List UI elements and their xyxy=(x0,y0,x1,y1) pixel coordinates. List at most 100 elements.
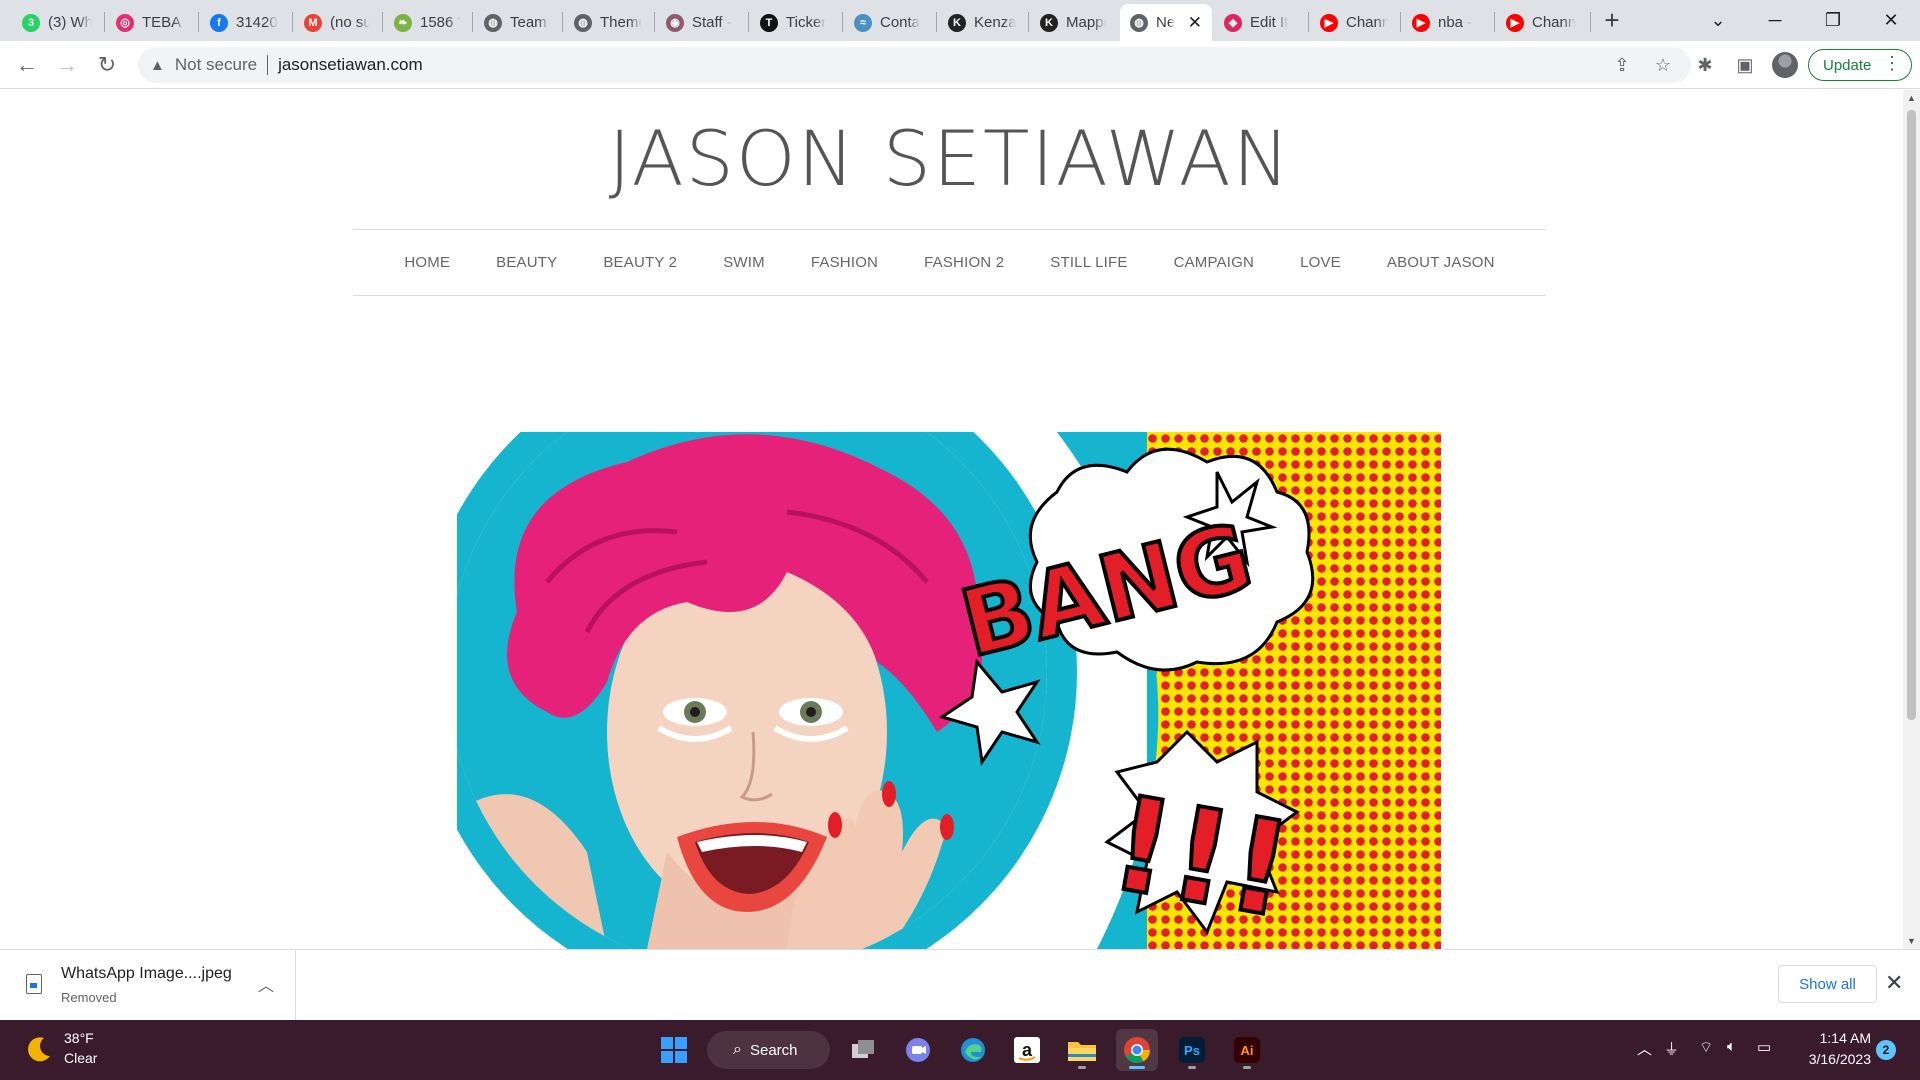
tab-title: TEBA L xyxy=(142,14,186,31)
nav-item-swim[interactable]: SWIM xyxy=(723,254,765,271)
side-panel-icon[interactable]: ▣ xyxy=(1733,53,1757,77)
nav-item-fashion[interactable]: FASHION xyxy=(811,254,878,271)
tab-title: Ticker xyxy=(786,14,827,31)
nav-item-still-life[interactable]: STILL LIFE xyxy=(1050,254,1127,271)
tab-search-icon[interactable]: ⌄ xyxy=(1690,0,1746,41)
browser-tab[interactable]: ◍ Theme xyxy=(564,4,652,41)
weather-condition[interactable]: Clear xyxy=(64,1050,97,1066)
task-view-icon[interactable] xyxy=(842,1029,884,1071)
browser-tab[interactable]: M (no su xyxy=(294,4,380,41)
security-label[interactable]: Not secure xyxy=(175,55,257,75)
extensions-icon[interactable]: ✱ xyxy=(1693,53,1717,77)
chrome-icon[interactable] xyxy=(1116,1029,1158,1071)
profile-avatar[interactable] xyxy=(1772,52,1798,78)
globe-icon: ◍ xyxy=(574,13,592,32)
moon-icon[interactable] xyxy=(24,1034,54,1064)
update-button[interactable]: Update ⋮ xyxy=(1808,49,1912,81)
menu-dots-icon[interactable]: ⋮ xyxy=(1883,53,1901,74)
back-icon[interactable]: ← xyxy=(11,49,43,81)
site-title[interactable]: JASON SETIAWAN xyxy=(0,114,1900,203)
edge-icon[interactable] xyxy=(952,1029,994,1071)
youtube-icon: ▶ xyxy=(1320,13,1338,32)
browser-tab[interactable]: ◎ TEBA L xyxy=(106,4,196,41)
clock-date[interactable]: 3/16/2023 xyxy=(1797,1051,1871,1067)
restore-icon[interactable]: ❐ xyxy=(1805,0,1861,41)
teams-icon[interactable] xyxy=(897,1029,939,1071)
share-icon[interactable]: ⇪ xyxy=(1611,54,1633,76)
browser-tab[interactable]: T Ticker xyxy=(750,4,840,41)
scroll-up-icon[interactable]: ▲ xyxy=(1903,90,1920,106)
download-shelf: WhatsApp Image....jpeg Removed ︿ Show al… xyxy=(0,949,1920,1020)
scroll-thumb[interactable] xyxy=(1907,110,1916,720)
nav-item-beauty[interactable]: BEAUTY xyxy=(496,254,557,271)
nav-item-love[interactable]: LOVE xyxy=(1300,254,1341,271)
download-filename[interactable]: WhatsApp Image....jpeg xyxy=(61,965,232,983)
clock-time[interactable]: 1:14 AM xyxy=(1801,1030,1871,1046)
running-indicator xyxy=(1188,1066,1196,1069)
browser-tab[interactable]: ◍ Team : xyxy=(474,4,560,41)
scroll-down-icon[interactable]: ▼ xyxy=(1903,933,1920,949)
nav-item-about-jason[interactable]: ABOUT JASON xyxy=(1387,254,1495,271)
instagram-icon: ◎ xyxy=(116,13,134,32)
volume-icon[interactable]: 🔈︎ xyxy=(1727,1038,1736,1055)
address-bar[interactable]: ▲ Not secure jasonsetiawan.com ⇪ ☆ xyxy=(138,47,1691,83)
url-text[interactable]: jasonsetiawan.com xyxy=(278,55,423,75)
mapping-icon: K xyxy=(1040,13,1058,32)
page-scrollbar[interactable]: ▲ ▼ xyxy=(1903,90,1920,949)
browser-tab[interactable]: K Mappi xyxy=(1030,4,1116,41)
browser-tab[interactable]: ◍ Ne ✕ xyxy=(1120,4,1212,41)
notification-badge[interactable]: 2 xyxy=(1876,1040,1896,1060)
new-tab-button[interactable]: + xyxy=(1597,5,1627,35)
download-item[interactable]: WhatsApp Image....jpeg Removed ︿ xyxy=(0,950,296,1020)
tab-separator xyxy=(1308,12,1309,32)
edit-icon: ◈ xyxy=(1224,13,1242,32)
nav-item-beauty-2[interactable]: BEAUTY 2 xyxy=(603,254,677,271)
bookmark-star-icon[interactable]: ☆ xyxy=(1652,54,1674,76)
wifi-icon[interactable]: ⌔ xyxy=(1699,1038,1713,1057)
browser-tab[interactable]: ▶ Chann xyxy=(1496,4,1588,41)
battery-icon[interactable]: ▭ xyxy=(1757,1038,1771,1056)
taskbar-search[interactable]: ⌕ Search xyxy=(707,1031,830,1069)
tab-separator xyxy=(198,12,199,32)
browser-tab[interactable]: K Kenza xyxy=(938,4,1026,41)
illustrator-icon[interactable]: Ai xyxy=(1226,1029,1268,1071)
close-icon[interactable]: ✕ xyxy=(1885,970,1903,996)
close-tab-icon[interactable]: ✕ xyxy=(1188,13,1202,33)
browser-tab[interactable]: ◉ Staff - xyxy=(656,4,746,41)
tab-separator xyxy=(1400,12,1401,32)
show-all-button[interactable]: Show all xyxy=(1778,965,1877,1003)
browser-tab[interactable]: ≈ Conta xyxy=(844,4,934,41)
tab-title: (3) Wh xyxy=(48,14,92,31)
leaf-icon: ❧ xyxy=(394,13,412,32)
nav-item-home[interactable]: HOME xyxy=(404,254,450,271)
tab-title: Theme xyxy=(600,14,642,31)
browser-tab[interactable]: ▶ Chann xyxy=(1310,4,1398,41)
weather-temperature[interactable]: 38°F xyxy=(64,1030,94,1046)
browser-tab[interactable]: ❧ 1586 V xyxy=(384,4,470,41)
whatsapp-icon: 3 xyxy=(22,13,40,32)
chevron-up-icon[interactable]: ︿ xyxy=(1637,1038,1652,1059)
minimize-icon[interactable]: ─ xyxy=(1747,0,1803,41)
reload-icon[interactable]: ↻ xyxy=(91,49,123,81)
browser-tab[interactable]: 3 (3) Wh xyxy=(12,4,102,41)
browser-tab[interactable]: f 31420 xyxy=(200,4,290,41)
file-explorer-icon[interactable] xyxy=(1061,1029,1103,1071)
update-label: Update xyxy=(1823,56,1872,74)
close-window-icon[interactable]: ✕ xyxy=(1863,0,1919,41)
tab-separator xyxy=(562,12,563,32)
tab-separator xyxy=(292,12,293,32)
chevron-up-icon[interactable]: ︿ xyxy=(258,972,274,996)
tab-separator xyxy=(472,12,473,32)
nav-item-campaign[interactable]: CAMPAIGN xyxy=(1174,254,1255,271)
tab-title: 1586 V xyxy=(420,14,460,31)
nav-item-fashion-2[interactable]: FASHION 2 xyxy=(924,254,1004,271)
forward-icon[interactable]: → xyxy=(51,49,83,81)
photoshop-icon[interactable]: Ps xyxy=(1171,1029,1213,1071)
usb-icon[interactable]: ⏚ xyxy=(1664,1038,1679,1059)
amazon-icon[interactable]: a xyxy=(1006,1029,1048,1071)
browser-tab[interactable]: ▶ nba - xyxy=(1402,4,1492,41)
browser-tab[interactable]: ◈ Edit It xyxy=(1214,4,1306,41)
tab-separator xyxy=(1028,12,1029,32)
warning-icon[interactable]: ▲ xyxy=(150,57,165,74)
start-icon[interactable] xyxy=(653,1029,695,1071)
